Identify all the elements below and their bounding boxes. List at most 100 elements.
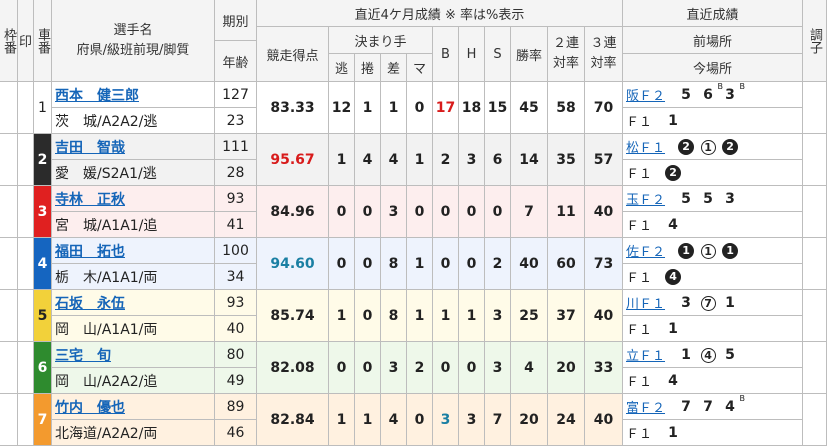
car-number: 2 bbox=[34, 134, 52, 186]
stat-H: 3 bbox=[459, 394, 485, 446]
shirushi-cell[interactable] bbox=[18, 82, 34, 134]
result-marks: 1 bbox=[662, 321, 684, 337]
header-kibetsu: 期別 bbox=[215, 0, 257, 41]
result-rank: 4 bbox=[665, 269, 682, 285]
header-cho: 調子 bbox=[803, 0, 827, 82]
stat-mark: 0 bbox=[407, 394, 433, 446]
stat-H: 0 bbox=[459, 342, 485, 394]
rider-name-cell: 石坂 永伍 bbox=[52, 290, 215, 316]
shirushi-cell[interactable] bbox=[18, 342, 34, 394]
rider-name-link[interactable]: 竹内 優也 bbox=[55, 397, 125, 417]
shirushi-cell[interactable] bbox=[18, 186, 34, 238]
result-sup: B bbox=[739, 82, 746, 91]
stat-sashi: 8 bbox=[381, 290, 407, 342]
cho-cell bbox=[803, 82, 827, 134]
stat-B: 17 bbox=[433, 82, 459, 134]
rider-points: 85.74 bbox=[257, 290, 329, 342]
stat-r3: 40 bbox=[585, 394, 623, 446]
stat-B: 3 bbox=[433, 394, 459, 446]
header-sashi: 差 bbox=[381, 54, 407, 82]
stat-S: 3 bbox=[485, 290, 511, 342]
rider-name-link[interactable]: 西本 健三郎 bbox=[55, 85, 139, 105]
rider-kibetsu: 93 bbox=[215, 186, 257, 212]
cho-cell bbox=[803, 342, 827, 394]
rider-pref: 栃 木/A1A1/両 bbox=[52, 264, 215, 290]
stat-S: 15 bbox=[485, 82, 511, 134]
result-mark: 4 bbox=[697, 347, 719, 363]
shirushi-cell[interactable] bbox=[18, 238, 34, 290]
car-number: 7 bbox=[34, 394, 52, 446]
curr-results: Ｆ１ 1 bbox=[623, 108, 803, 134]
header-makuri: 捲 bbox=[355, 54, 381, 82]
prev-place-link[interactable]: 立Ｆ１ bbox=[626, 345, 665, 364]
rider-name-link[interactable]: 寺林 正秋 bbox=[55, 189, 125, 209]
rider-age: 28 bbox=[215, 160, 257, 186]
stat-sashi: 8 bbox=[381, 238, 407, 290]
result-mark: 3 bbox=[719, 191, 741, 207]
prev-results: 佐Ｆ２ 1 1 1 bbox=[623, 238, 803, 264]
result-rank: 7 bbox=[700, 295, 716, 311]
header-age: 年齢 bbox=[215, 41, 257, 82]
stat-nige: 1 bbox=[329, 394, 355, 446]
header-player: 選手名 府県/級班前現/脚質 bbox=[52, 0, 215, 82]
shirushi-cell[interactable] bbox=[18, 134, 34, 186]
shirushi-cell[interactable] bbox=[18, 290, 34, 342]
result-sup: B bbox=[739, 394, 746, 403]
result-rank: 1 bbox=[678, 243, 695, 259]
result-rank: 3 bbox=[725, 86, 735, 103]
prev-results: 阪Ｆ２ 5 6 B 3 B bbox=[623, 82, 803, 108]
race-entry-table: 枠番 印 車番 選手名 府県/級班前現/脚質 期別 年齢 直近4ケ月成績 ※ 率… bbox=[0, 0, 827, 446]
prev-place-link[interactable]: 松Ｆ１ bbox=[626, 137, 665, 156]
prev-place-link[interactable]: 玉Ｆ２ bbox=[626, 189, 665, 208]
stat-mark: 1 bbox=[407, 290, 433, 342]
curr-results: Ｆ１ 4 bbox=[623, 212, 803, 238]
header-ren3: ３連 対率 bbox=[585, 27, 623, 82]
result-rank: 4 bbox=[668, 216, 678, 233]
rider-kibetsu: 93 bbox=[215, 290, 257, 316]
stat-win: 14 bbox=[511, 134, 548, 186]
rider-name-link[interactable]: 福田 拓也 bbox=[55, 241, 125, 261]
stat-r2: 37 bbox=[548, 290, 585, 342]
shirushi-cell[interactable] bbox=[18, 394, 34, 446]
header-win: 勝率 bbox=[511, 27, 548, 82]
rider-kibetsu: 111 bbox=[215, 134, 257, 160]
stat-S: 2 bbox=[485, 238, 511, 290]
stat-S: 0 bbox=[485, 186, 511, 238]
result-marks: 4 bbox=[662, 373, 684, 389]
result-marks: 1 bbox=[662, 425, 684, 441]
stat-nige: 0 bbox=[329, 238, 355, 290]
rider-name-link[interactable]: 吉田 智哉 bbox=[55, 137, 125, 157]
stat-r3: 73 bbox=[585, 238, 623, 290]
stat-mark: 0 bbox=[407, 82, 433, 134]
stat-makuri: 0 bbox=[355, 342, 381, 394]
rider-kibetsu: 80 bbox=[215, 342, 257, 368]
rider-points: 82.84 bbox=[257, 394, 329, 446]
result-rank: 1 bbox=[725, 294, 735, 311]
waku-cell bbox=[0, 238, 18, 290]
prev-place-link[interactable]: 川Ｆ１ bbox=[626, 293, 665, 312]
stat-makuri: 0 bbox=[355, 238, 381, 290]
prev-place-link[interactable]: 阪Ｆ２ bbox=[626, 85, 665, 104]
header-ren2-line2: 対率 bbox=[552, 56, 579, 71]
stat-nige: 1 bbox=[329, 134, 355, 186]
waku-cell bbox=[0, 186, 18, 238]
rider-points: 84.96 bbox=[257, 186, 329, 238]
rider-name-link[interactable]: 石坂 永伍 bbox=[55, 293, 125, 313]
result-mark: 1 bbox=[662, 321, 684, 337]
curr-place-label: Ｆ１ bbox=[626, 115, 653, 130]
result-rank: 2 bbox=[722, 139, 739, 155]
header-shirushi: 印 bbox=[18, 0, 34, 82]
stat-r2: 24 bbox=[548, 394, 585, 446]
prev-place-link[interactable]: 佐Ｆ２ bbox=[626, 241, 665, 260]
result-mark: 4B bbox=[719, 394, 745, 415]
stat-r3: 33 bbox=[585, 342, 623, 394]
prev-place-link[interactable]: 富Ｆ２ bbox=[626, 397, 665, 416]
stat-r2: 35 bbox=[548, 134, 585, 186]
cho-cell bbox=[803, 134, 827, 186]
rider-name-link[interactable]: 三宅 旬 bbox=[55, 345, 111, 365]
result-marks: 4 bbox=[662, 217, 684, 233]
rider-pref: 岡 山/A2A2/追 bbox=[52, 368, 215, 394]
rider-age: 49 bbox=[215, 368, 257, 394]
curr-place-label: Ｆ１ bbox=[626, 323, 653, 338]
header-waku: 枠番 bbox=[0, 0, 18, 82]
